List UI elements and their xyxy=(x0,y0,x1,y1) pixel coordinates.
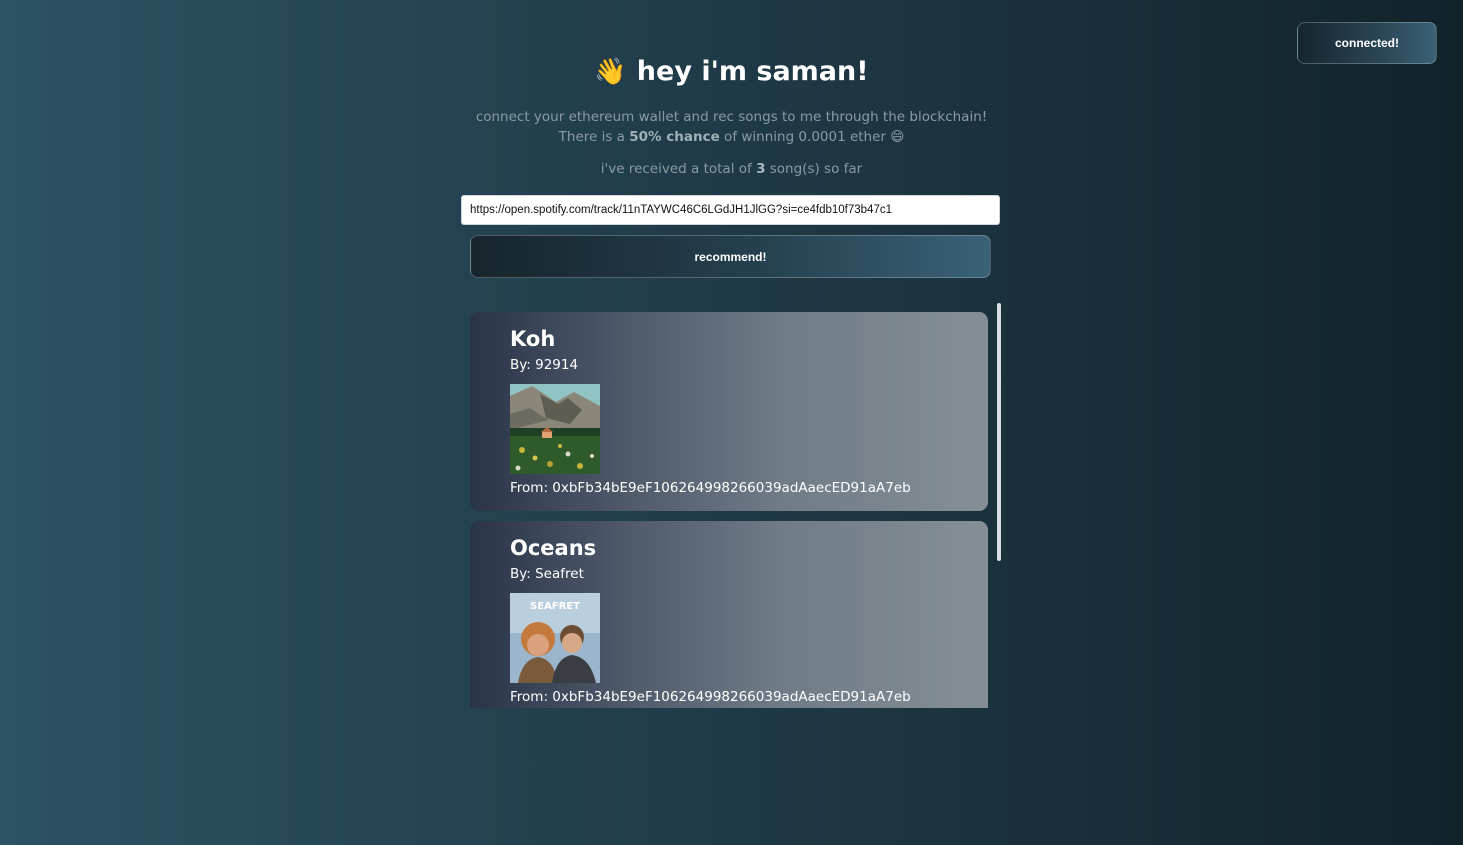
song-card: Oceans By: Seafret SEAFRET From: 0xbFb34… xyxy=(470,521,988,708)
song-count-text: i've received a total of 3 song(s) so fa… xyxy=(461,161,1002,177)
song-list[interactable]: Koh By: 92914 From: 0xbFb34bE9eF10626499… xyxy=(470,303,1003,708)
bio-suffix: of winning 0.0001 ether xyxy=(719,129,891,145)
count-suffix: song(s) so far xyxy=(765,161,863,177)
song-list-scrollbar[interactable] xyxy=(997,303,1001,561)
band-portrait-cover: SEAFRET xyxy=(510,593,600,683)
cover-label: SEAFRET xyxy=(530,601,580,612)
page-title-text: hey i'm saman! xyxy=(636,56,869,87)
grinning-face-icon: 😄 xyxy=(890,129,905,145)
song-title: Oceans xyxy=(510,536,597,560)
bio-chance: 50% chance xyxy=(629,129,720,145)
wallet-connect-button[interactable]: connected! xyxy=(1297,22,1437,64)
waving-hand-icon: 👋 xyxy=(594,57,627,87)
recommend-button[interactable]: recommend! xyxy=(470,235,991,278)
song-sender: From: 0xbFb34bE9eF106264998266039adAaecE… xyxy=(510,689,911,705)
song-url-input[interactable] xyxy=(461,195,1000,225)
song-artist: By: 92914 xyxy=(510,357,579,373)
mountain-landscape-cover xyxy=(510,384,600,474)
song-card: Koh By: 92914 From: 0xbFb34bE9eF10626499… xyxy=(470,312,988,511)
count-prefix: i've received a total of xyxy=(600,161,757,177)
song-artist: By: Seafret xyxy=(510,566,584,582)
song-title: Koh xyxy=(510,327,556,351)
page-title: 👋 hey i'm saman! xyxy=(0,56,1463,87)
bio-text: connect your ethereum wallet and rec son… xyxy=(461,107,1002,147)
song-sender: From: 0xbFb34bE9eF106264998266039adAaecE… xyxy=(510,480,911,496)
